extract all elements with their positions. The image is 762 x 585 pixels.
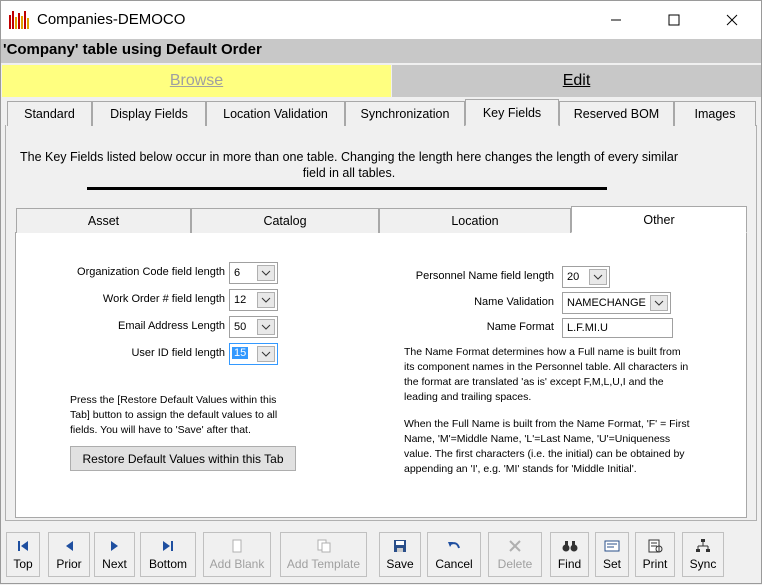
add-blank-button[interactable]: Add Blank [203,532,271,577]
cancel-label: Cancel [435,557,473,571]
tab-standard[interactable]: Standard [7,101,92,126]
prior-label: Prior [56,557,82,571]
browse-mode-button[interactable]: Browse [2,65,391,97]
print-button[interactable]: Print [635,532,675,577]
last-icon [161,538,175,554]
app-window: Companies-DEMOCO 'Company' table using D… [0,0,762,584]
personnel-name-label: Personnel Name field length [415,270,554,282]
key-fields-info: The Key Fields listed below occur in mor… [19,150,679,180]
print-label: Print [642,557,668,571]
personnel-name-value: 20 [567,271,580,283]
add-template-icon [317,538,331,554]
tab-images[interactable]: Images [674,101,756,126]
window-title: Companies-DEMOCO [37,11,186,28]
app-bars-icon [9,11,29,29]
email-length-label: Email Address Length [117,320,225,332]
user-id-value: 15 [232,347,249,359]
close-button[interactable] [703,1,761,39]
tab-location-validation[interactable]: Location Validation [206,101,345,126]
find-label: Find [557,557,582,571]
next-icon [108,538,122,554]
find-button[interactable]: Find [550,532,589,577]
binoculars-icon [562,538,578,554]
personnel-name-select[interactable]: 20 [562,266,610,288]
minimize-icon [611,19,621,21]
top-label: Top [13,557,33,571]
tab-synchronization[interactable]: Synchronization [345,101,465,126]
set-label: Set [602,557,621,571]
chevron-down-icon [257,265,275,281]
cancel-button[interactable]: Cancel [427,532,481,577]
work-order-value: 12 [234,294,247,306]
name-format-help-2: When the Full Name is built from the Nam… [404,418,690,475]
maximize-button[interactable] [645,1,703,39]
tab-display-fields[interactable]: Display Fields [92,101,206,126]
minimize-button[interactable] [587,1,645,39]
name-validation-label: Name Validation [474,296,554,308]
chevron-down-icon [650,295,668,311]
work-order-select[interactable]: 12 [229,289,278,311]
name-validation-select[interactable]: NAMECHANGE [562,292,671,314]
bottom-button[interactable]: Bottom [140,532,196,577]
add-blank-icon [230,538,244,554]
chevron-down-icon [257,292,275,308]
top-button[interactable]: Top [6,532,40,577]
org-code-value: 6 [234,267,241,279]
org-code-select[interactable]: 6 [229,262,278,284]
prior-button[interactable]: Prior [48,532,90,577]
name-format-input[interactable]: L.F.MI.U [562,318,673,338]
add-template-button[interactable]: Add Template [280,532,367,577]
next-label: Next [102,557,127,571]
user-id-select[interactable]: 15 [229,343,278,365]
save-button[interactable]: Save [379,532,421,577]
org-code-label: Organization Code field length [77,266,225,278]
chevron-down-icon [589,269,607,285]
title-bar: Companies-DEMOCO [1,1,761,39]
save-label: Save [386,557,414,571]
sync-label: Sync [689,557,717,571]
name-format-label: Name Format [486,321,554,333]
email-length-select[interactable]: 50 [229,316,278,338]
set-button[interactable]: Set [595,532,629,577]
prior-icon [62,538,76,554]
subtab-other[interactable]: Other [571,206,747,233]
table-header-text: 'Company' table using Default Order [3,41,262,58]
set-icon [604,538,620,554]
subtab-catalog[interactable]: Catalog [191,208,379,233]
first-icon [16,538,30,554]
restore-note: Press the [Restore Default Values within… [70,394,278,436]
delete-label: Delete [497,557,533,571]
subtab-asset[interactable]: Asset [16,208,191,233]
delete-button[interactable]: Delete [488,532,542,577]
bottom-label: Bottom [148,557,187,571]
save-icon [393,538,407,554]
delete-icon [508,538,522,554]
work-order-label: Work Order # field length [102,293,225,305]
maximize-icon [668,14,680,26]
edit-mode-button[interactable]: Edit [392,65,761,97]
chevron-down-icon [257,319,275,335]
divider [87,187,607,190]
chevron-down-icon [257,346,275,362]
print-icon [647,538,663,554]
sync-button[interactable]: Sync [682,532,724,577]
name-format-help: The Name Format determines how a Full na… [404,346,689,403]
user-id-label: User ID field length [131,347,225,359]
name-validation-value: NAMECHANGE [567,297,646,309]
add-template-label: Add Template [286,557,361,571]
subtab-location[interactable]: Location [379,208,571,233]
close-icon [726,14,738,26]
table-header: 'Company' table using Default Order [1,39,761,63]
tab-reserved-bom[interactable]: Reserved BOM [559,101,674,126]
tab-key-fields[interactable]: Key Fields [465,99,559,126]
sync-icon [695,538,711,554]
undo-icon [447,538,461,554]
email-length-value: 50 [234,321,247,333]
restore-defaults-button[interactable]: Restore Default Values within this Tab [70,446,296,471]
next-button[interactable]: Next [94,532,135,577]
add-blank-label: Add Blank [209,557,265,571]
